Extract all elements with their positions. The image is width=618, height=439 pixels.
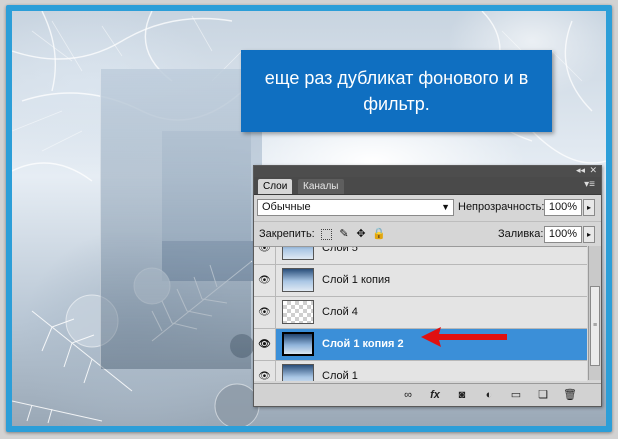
scrollbar-thumb[interactable]: ≡ <box>590 286 600 366</box>
collapse-icon[interactable]: ◂◂ <box>576 165 585 176</box>
layer-row[interactable]: 👁 Слой 1 <box>254 361 587 381</box>
link-icon[interactable]: ∞ <box>401 388 415 402</box>
layer-thumbnail <box>282 364 314 381</box>
instruction-callout: еще раз дубликат фонового и в фильтр. <box>241 50 552 132</box>
opacity-input[interactable]: 100% <box>544 199 582 216</box>
layers-panel: ◂◂ ✕ Слои Каналы ▾≡ Обычные ▼ Непрозрачн… <box>253 165 602 407</box>
layer-name: Слой 5 <box>322 246 358 254</box>
layer-row[interactable]: 👁 Слой 5 <box>254 246 587 265</box>
adjustment-icon[interactable]: ◐ <box>482 388 496 402</box>
opacity-slider-button[interactable]: ▸ <box>583 199 595 216</box>
callout-line-1: еще раз дубликат фонового и в <box>264 68 529 88</box>
eye-icon[interactable]: 👁 <box>254 329 276 360</box>
layers-scrollbar[interactable]: ≡ <box>588 246 601 380</box>
layers-list: 👁 Слой 5 👁 Слой 1 копия 👁 Слой 4 👁 Слой … <box>254 246 587 381</box>
lock-transparency-icon[interactable] <box>321 229 332 240</box>
panel-tabs: Слои Каналы ▾≡ <box>254 177 601 195</box>
tab-layers[interactable]: Слои <box>258 179 293 194</box>
blend-opacity-row: Обычные ▼ Непрозрачность: 100% ▸ <box>254 195 601 221</box>
mask-icon[interactable]: ◙ <box>455 388 469 402</box>
lock-position-move-icon[interactable]: ✥ <box>355 228 367 240</box>
fill-input[interactable]: 100% <box>544 226 582 243</box>
panel-footer-toolbar: ∞ fx ◙ ◐ ▭ ❏ 🗑 <box>254 383 601 406</box>
callout-line-2: фильтр. <box>363 94 430 114</box>
fill-label: Заливка: <box>498 228 544 240</box>
layer-name: Слой 1 копия <box>322 274 391 286</box>
eye-icon[interactable]: 👁 <box>254 297 276 328</box>
opacity-label: Непрозрачность: <box>458 201 545 213</box>
layer-thumbnail <box>282 268 314 292</box>
lock-all-icon[interactable]: 🔒 <box>372 228 386 240</box>
lock-pixels-brush-icon[interactable]: ✎ <box>338 228 350 240</box>
layer-name: Слой 1 копия 2 <box>322 338 404 350</box>
layer-row[interactable]: 👁 Слой 1 копия <box>254 265 587 297</box>
layer-name: Слой 4 <box>322 306 358 318</box>
eye-icon[interactable]: 👁 <box>254 361 276 381</box>
layer-thumbnail-transparent <box>282 300 314 324</box>
lock-fill-row: Закрепить: ✎ ✥ 🔒 Заливка: 100% ▸ <box>254 221 601 247</box>
panel-titlebar[interactable]: ◂◂ ✕ <box>254 165 601 177</box>
duplicated-layer-preview <box>100 69 251 369</box>
close-icon[interactable]: ✕ <box>589 165 597 176</box>
layer-thumbnail <box>282 247 314 260</box>
eye-icon[interactable]: 👁 <box>254 265 276 296</box>
fill-slider-button[interactable]: ▸ <box>583 226 595 243</box>
layer-name: Слой 1 <box>322 370 358 381</box>
fx-icon[interactable]: fx <box>428 388 442 402</box>
blend-mode-select[interactable]: Обычные ▼ <box>257 199 454 216</box>
chevron-down-icon: ▼ <box>441 202 450 212</box>
folder-icon[interactable]: ▭ <box>509 388 523 402</box>
lock-label: Закрепить: <box>259 228 315 240</box>
red-arrow-annotation <box>421 327 507 347</box>
layer-thumbnail <box>282 332 314 356</box>
new-layer-icon[interactable]: ❏ <box>536 388 550 402</box>
eye-icon[interactable]: 👁 <box>254 247 276 264</box>
blend-mode-value: Обычные <box>262 201 311 213</box>
panel-menu-icon[interactable]: ▾≡ <box>584 179 595 190</box>
tab-channels[interactable]: Каналы <box>298 179 344 194</box>
trash-icon[interactable]: 🗑 <box>563 388 577 402</box>
